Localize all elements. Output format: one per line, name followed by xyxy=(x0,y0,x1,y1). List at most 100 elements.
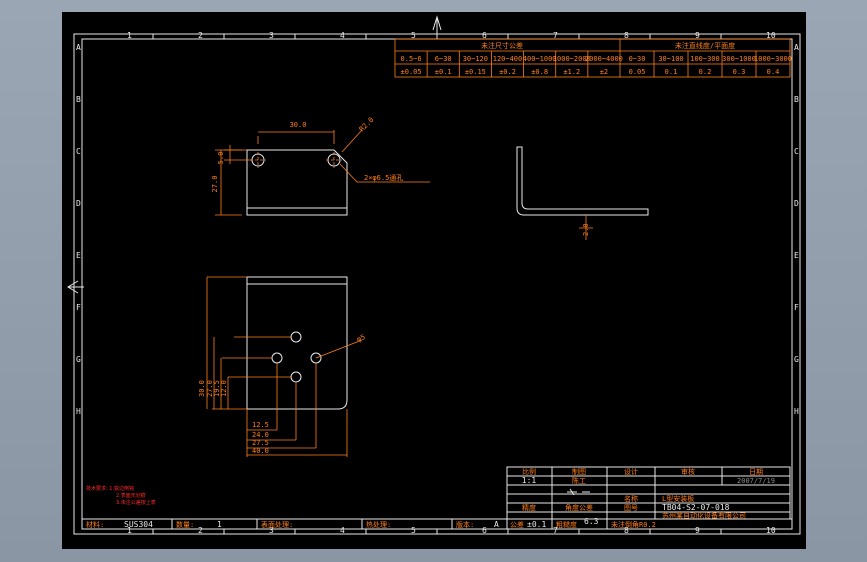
rev-label: 版本: xyxy=(456,520,474,529)
zone-letter-left: E xyxy=(76,251,81,260)
tb-drawer: 陈工 xyxy=(572,476,586,485)
tb-scale: 1:1 xyxy=(522,476,537,485)
zone-number-top: 1 xyxy=(127,31,132,40)
tolerance-value-cell: ±0.05 xyxy=(401,68,422,76)
tb-drawing-no: TB04-S2-07-018 xyxy=(662,503,730,512)
zone-number-top: 3 xyxy=(269,31,274,40)
note-line-1: 技术要求: 1.锐边倒钝 xyxy=(86,485,134,492)
zone-letter-right: F xyxy=(794,303,799,312)
zone-number-top: 2 xyxy=(198,31,203,40)
tolerance-header-right: 未注直线度/平面度 xyxy=(675,41,735,50)
bottom-strip: 材料: SUS304 数量: 1 表面处理: 热处理: 版本: A 公差 ±0.… xyxy=(82,517,792,529)
zone-letter-right: C xyxy=(794,147,799,156)
zone-letter-left: H xyxy=(76,407,81,416)
flatness-range-cell: 0~30 xyxy=(629,55,646,63)
dim-v30: 30.0 xyxy=(198,380,206,397)
zone-letter-left: B xyxy=(76,95,81,104)
side-zone-letters: A A B B C C D D E E F F G G H H xyxy=(76,43,799,416)
tolerance-range-cell: 30~120 xyxy=(463,55,488,63)
zone-letter-right: B xyxy=(794,95,799,104)
tolerance-range-cell: 6~30 xyxy=(435,55,452,63)
zone-letter-right: H xyxy=(794,407,799,416)
qty-label: 数量: xyxy=(176,520,194,529)
zone-number-bottom: 4 xyxy=(340,526,345,535)
front-view: 30.0 5.0 27.0 R2.0 2×φ6.5通孔 xyxy=(211,116,430,216)
qty-value: 1 xyxy=(217,520,222,529)
zone-number-top: 4 xyxy=(340,31,345,40)
zone-number-bottom: 6 xyxy=(482,526,487,535)
flatness-range-cell: 30~100 xyxy=(658,55,683,63)
note-line-2: 2.表面无划痕 xyxy=(116,492,146,499)
tolerance-range-cell: 2000~4000 xyxy=(585,55,623,63)
tolerance-range-cell: 120~400 xyxy=(493,55,523,63)
rough-value: 6.3 xyxy=(584,517,599,526)
zone-number-bottom: 10 xyxy=(766,526,776,535)
rev-value: A xyxy=(494,520,499,529)
zone-number-bottom: 2 xyxy=(198,526,203,535)
side-view: 2.0 xyxy=(516,146,649,240)
dim-phi5: φ5 xyxy=(355,333,366,344)
flatness-range-cell: 1000~3000 xyxy=(754,55,792,63)
tolerance-value-cell: ±1.2 xyxy=(563,68,580,76)
dim-v12: 12.0 xyxy=(220,380,228,397)
zone-letter-left: A xyxy=(76,43,81,52)
flatness-value-cell: 0.4 xyxy=(767,68,780,76)
technical-notes: 技术要求: 1.锐边倒钝 2.表面无划痕 3.未注公差按上表 xyxy=(86,485,156,506)
top-view: φ5 30.0 27.0 19.5 12.0 12.5 24.0 27.5 40… xyxy=(198,276,366,457)
tb-proj-label: 名称 xyxy=(624,494,638,503)
dim-holes: 2×φ6.5通孔 xyxy=(364,173,403,182)
tolerance-range-cell: 0.5~6 xyxy=(401,55,422,63)
tb-header-draw: 制图 xyxy=(572,467,586,476)
zone-number-bottom: 5 xyxy=(411,526,416,535)
tolerance-header-left: 未注尺寸公差 xyxy=(481,41,523,50)
tolerance-value-cell: ±0.1 xyxy=(435,68,452,76)
zone-letter-left: F xyxy=(76,303,81,312)
inner-frame xyxy=(81,38,793,530)
tb-prec-note: 角度公差 xyxy=(565,503,593,512)
dim-40: 40.0 xyxy=(252,447,269,455)
rough-label: 粗糙度 xyxy=(556,520,577,529)
dim-27b: 27.5 xyxy=(252,439,269,447)
note-line-3: 3.未注公差按上表 xyxy=(116,499,156,506)
zone-number-bottom: 9 xyxy=(695,526,700,535)
zone-letter-left: C xyxy=(76,147,81,156)
tb-header-review: 审核 xyxy=(681,467,695,476)
dim-30: 30.0 xyxy=(290,121,307,129)
tb-name: L型安装板 xyxy=(662,494,694,503)
tb-date: 2007/7/19 xyxy=(737,477,775,485)
zone-letter-right: G xyxy=(794,355,799,364)
heat-label: 热处理: xyxy=(366,520,391,529)
flatness-value-cell: 0.05 xyxy=(629,68,646,76)
dim-12: 12.5 xyxy=(252,421,269,429)
tol-value: ±0.1 xyxy=(527,520,546,529)
tolerance-range-cell: 400~1000 xyxy=(523,55,557,63)
dim-27: 27.0 xyxy=(211,176,219,193)
center-arrow-top xyxy=(432,15,442,39)
drawing-sheet: 1 2 3 4 5 6 7 8 9 10 1 2 3 4 5 6 7 8 9 10 A AB BC CD DE EF FG GH H… xyxy=(67,15,801,535)
cad-viewport[interactable]: 1 2 3 4 5 6 7 8 9 10 1 2 3 4 5 6 7 8 9 10 AABBCCDDEEFFGGHH… xyxy=(62,12,806,549)
outer-frame xyxy=(73,33,801,535)
material-value: SUS304 xyxy=(124,520,153,529)
flatness-value-cell: 0.3 xyxy=(733,68,746,76)
flatness-range-cell: 100~300 xyxy=(690,55,720,63)
tb-header-date: 日期 xyxy=(749,468,763,476)
dim-24: 24.0 xyxy=(252,431,269,439)
title-block: 比例 制图 设计 审核 日期 1:1 陈工 2007/7/19 名称 L型安装板… xyxy=(506,466,791,520)
zone-letter-right: E xyxy=(794,251,799,260)
zone-letter-left: D xyxy=(76,199,81,208)
material-label: 材料: xyxy=(86,520,104,529)
zone-letter-left: G xyxy=(76,355,81,364)
flatness-value-cell: 0.1 xyxy=(665,68,678,76)
dim-side-2: 2.0 xyxy=(582,223,590,236)
tolerance-value-cell: ±0.8 xyxy=(531,68,548,76)
flatness-range-cell: 300~1000 xyxy=(722,55,756,63)
zone-letter-right: D xyxy=(794,199,799,208)
flatness-value-cell: 0.2 xyxy=(699,68,712,76)
tb-fig-label: 图号 xyxy=(624,504,638,512)
tolerance-value-cell: ±0.15 xyxy=(465,68,486,76)
tolerance-value-cell: ±2 xyxy=(600,68,608,76)
tol-label: 公差 xyxy=(510,520,524,529)
tolerance-value-cell: ±0.2 xyxy=(499,68,516,76)
std-label: 未注倒角R0.2 xyxy=(611,520,656,529)
surface-label: 表面处理: xyxy=(261,520,293,529)
